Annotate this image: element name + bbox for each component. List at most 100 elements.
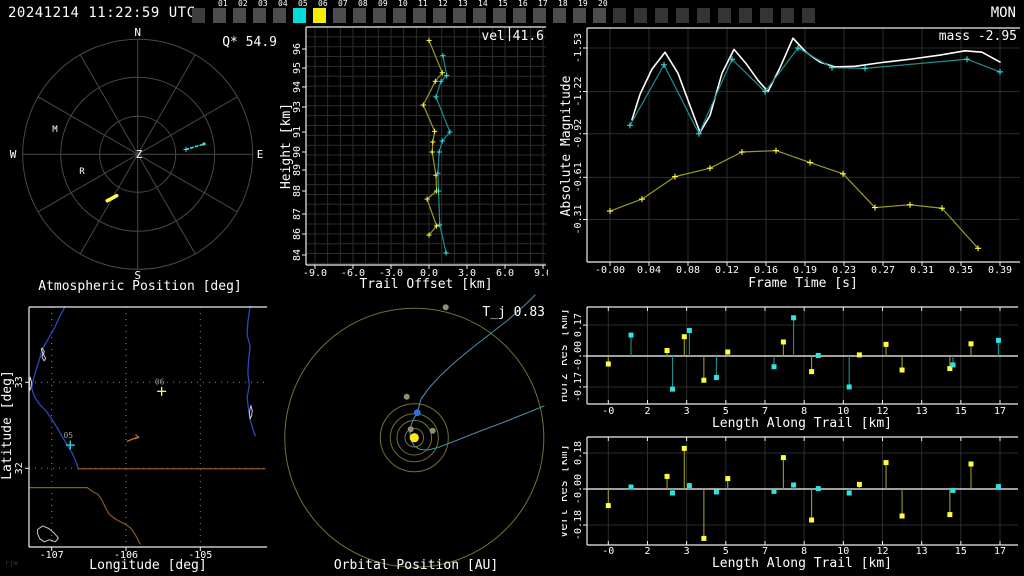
grid	[306, 27, 546, 265]
frame-box-extra-4	[676, 8, 689, 23]
earth-dot	[413, 409, 421, 417]
frame	[583, 306, 1018, 405]
frame-box-02[interactable]	[233, 8, 246, 23]
svg-text:0.31: 0.31	[910, 265, 934, 276]
frame-box-09[interactable]	[373, 8, 386, 23]
frame-box-label-18: 18	[558, 0, 568, 8]
frame-box-19[interactable]	[573, 8, 586, 23]
p-horz-ylabel: Horz Res [km]	[562, 308, 570, 402]
light-curve-chart: -0.00 0.04 0.08 0.12 0.16 0.19 0.23 0.27 0.31 0.3…	[559, 27, 1020, 291]
frame-box-04[interactable]	[273, 8, 286, 23]
station-label-05: 05	[63, 431, 73, 440]
svg-text:94: 94	[292, 81, 303, 93]
body-label-M: M	[52, 125, 58, 135]
frame-indicator-strip: 01 02 03 04 05 06 07 08 09 10 11 12 13 14 15 16 17 18 19 20	[0, 0, 1024, 27]
svg-text:13: 13	[916, 406, 928, 417]
orbital-position-chart: T_j 0.83 Orbital Position [AU]	[284, 294, 545, 573]
frame-box-13[interactable]	[453, 8, 466, 23]
svg-text:17: 17	[994, 406, 1006, 417]
svg-text:86: 86	[292, 228, 303, 240]
frame-box-20[interactable]	[593, 8, 606, 23]
svg-text:0.19: 0.19	[793, 265, 817, 276]
svg-text:-0.31: -0.31	[573, 204, 584, 234]
polar-tracks	[105, 142, 206, 203]
frame	[302, 26, 546, 269]
frame-box-03[interactable]	[253, 8, 266, 23]
frame-box-extra-6	[718, 8, 731, 23]
frame-box-12[interactable]	[433, 8, 446, 23]
frame-box-08[interactable]	[353, 8, 366, 23]
atmospheric-position-chart: NESW ZMRQ* 54.9Atmospheric Position [deg]	[10, 28, 277, 294]
frame	[25, 306, 267, 551]
svg-text:84: 84	[292, 249, 303, 261]
frame-box-extra-9	[781, 8, 794, 23]
frame-box-extra-5	[697, 8, 710, 23]
frame-box-label-05: 05	[298, 0, 308, 8]
svg-text:9.0: 9.0	[534, 268, 548, 279]
planets	[403, 304, 449, 443]
svg-text:13: 13	[916, 546, 928, 557]
compass-Z: Z	[136, 148, 143, 161]
map-ylabel: Latitude [deg]	[0, 370, 15, 480]
frame-box-label-13: 13	[458, 0, 468, 8]
trail-xlabel: Trail Offset [km]	[359, 277, 492, 292]
frame-box-label-06: 06	[318, 0, 328, 8]
frame-box-label-20: 20	[598, 0, 608, 8]
svg-text:0.17: 0.17	[573, 313, 584, 337]
svg-text:0.35: 0.35	[949, 265, 973, 276]
frame-box-16[interactable]	[513, 8, 526, 23]
compass-W: W	[10, 148, 17, 161]
stations: 05 06	[63, 377, 167, 450]
mass-title: mass -2.95	[939, 29, 1017, 44]
horz-res-chart: -0 2 3 5 7 8 10 12 13 15 170.17-0.00-0.17Length Al…	[562, 306, 1018, 431]
trail-ylabel: Height [km]	[279, 103, 294, 189]
frame-box-label-04: 04	[278, 0, 288, 8]
svg-text:15: 15	[955, 406, 967, 417]
series-res-yellow	[605, 334, 974, 383]
frame-box-06[interactable]	[313, 8, 326, 23]
svg-text:3: 3	[684, 406, 690, 417]
svg-text:-0.00: -0.00	[573, 341, 584, 371]
frame-box-07[interactable]	[333, 8, 346, 23]
polar-title: Q* 54.9	[222, 35, 277, 50]
svg-text:-0: -0	[602, 406, 614, 417]
svg-text:0.12: 0.12	[715, 265, 739, 276]
polar-xlabel: Atmospheric Position [deg]	[38, 279, 242, 294]
frame-box-lead	[192, 8, 205, 23]
svg-text:-0.17: -0.17	[573, 372, 584, 402]
frame-box-extra-1	[613, 8, 626, 23]
frame-box-label-11: 11	[418, 0, 428, 8]
svg-text:15: 15	[955, 546, 967, 557]
frame-box-extra-7	[739, 8, 752, 23]
svg-text:6.0: 6.0	[496, 268, 514, 279]
frame-box-11[interactable]	[413, 8, 426, 23]
station-label-06: 06	[155, 377, 165, 386]
svg-text:95: 95	[292, 62, 303, 74]
frame-box-label-17: 17	[538, 0, 548, 8]
series-res-yellow	[605, 445, 974, 541]
frame-box-14[interactable]	[473, 8, 486, 23]
frame-box-18[interactable]	[553, 8, 566, 23]
svg-text:2: 2	[644, 546, 650, 557]
series-obs-yellow	[607, 147, 981, 252]
meteor-ground-track	[126, 434, 140, 442]
svg-text:-0.61: -0.61	[573, 162, 584, 192]
svg-text:3: 3	[684, 546, 690, 557]
frame-box-label-16: 16	[518, 0, 528, 8]
svg-text:-107: -107	[40, 550, 64, 561]
frame-box-17[interactable]	[533, 8, 546, 23]
frame-box-label-15: 15	[498, 0, 508, 8]
frame-box-05[interactable]	[293, 8, 306, 23]
svg-text:33: 33	[14, 376, 25, 388]
frame-box-extra-3	[655, 8, 668, 23]
svg-text:2: 2	[644, 406, 650, 417]
frame-box-01[interactable]	[213, 8, 226, 23]
frame-box-label-07: 07	[338, 0, 348, 8]
watermark-text: rjw	[5, 559, 18, 567]
frame-box-label-12: 12	[438, 0, 448, 8]
frame-box-10[interactable]	[393, 8, 406, 23]
svg-text:-0.92: -0.92	[573, 119, 584, 149]
frame-box-15[interactable]	[493, 8, 506, 23]
svg-text:17: 17	[994, 546, 1006, 557]
orbit-title: T_j 0.83	[482, 305, 545, 320]
